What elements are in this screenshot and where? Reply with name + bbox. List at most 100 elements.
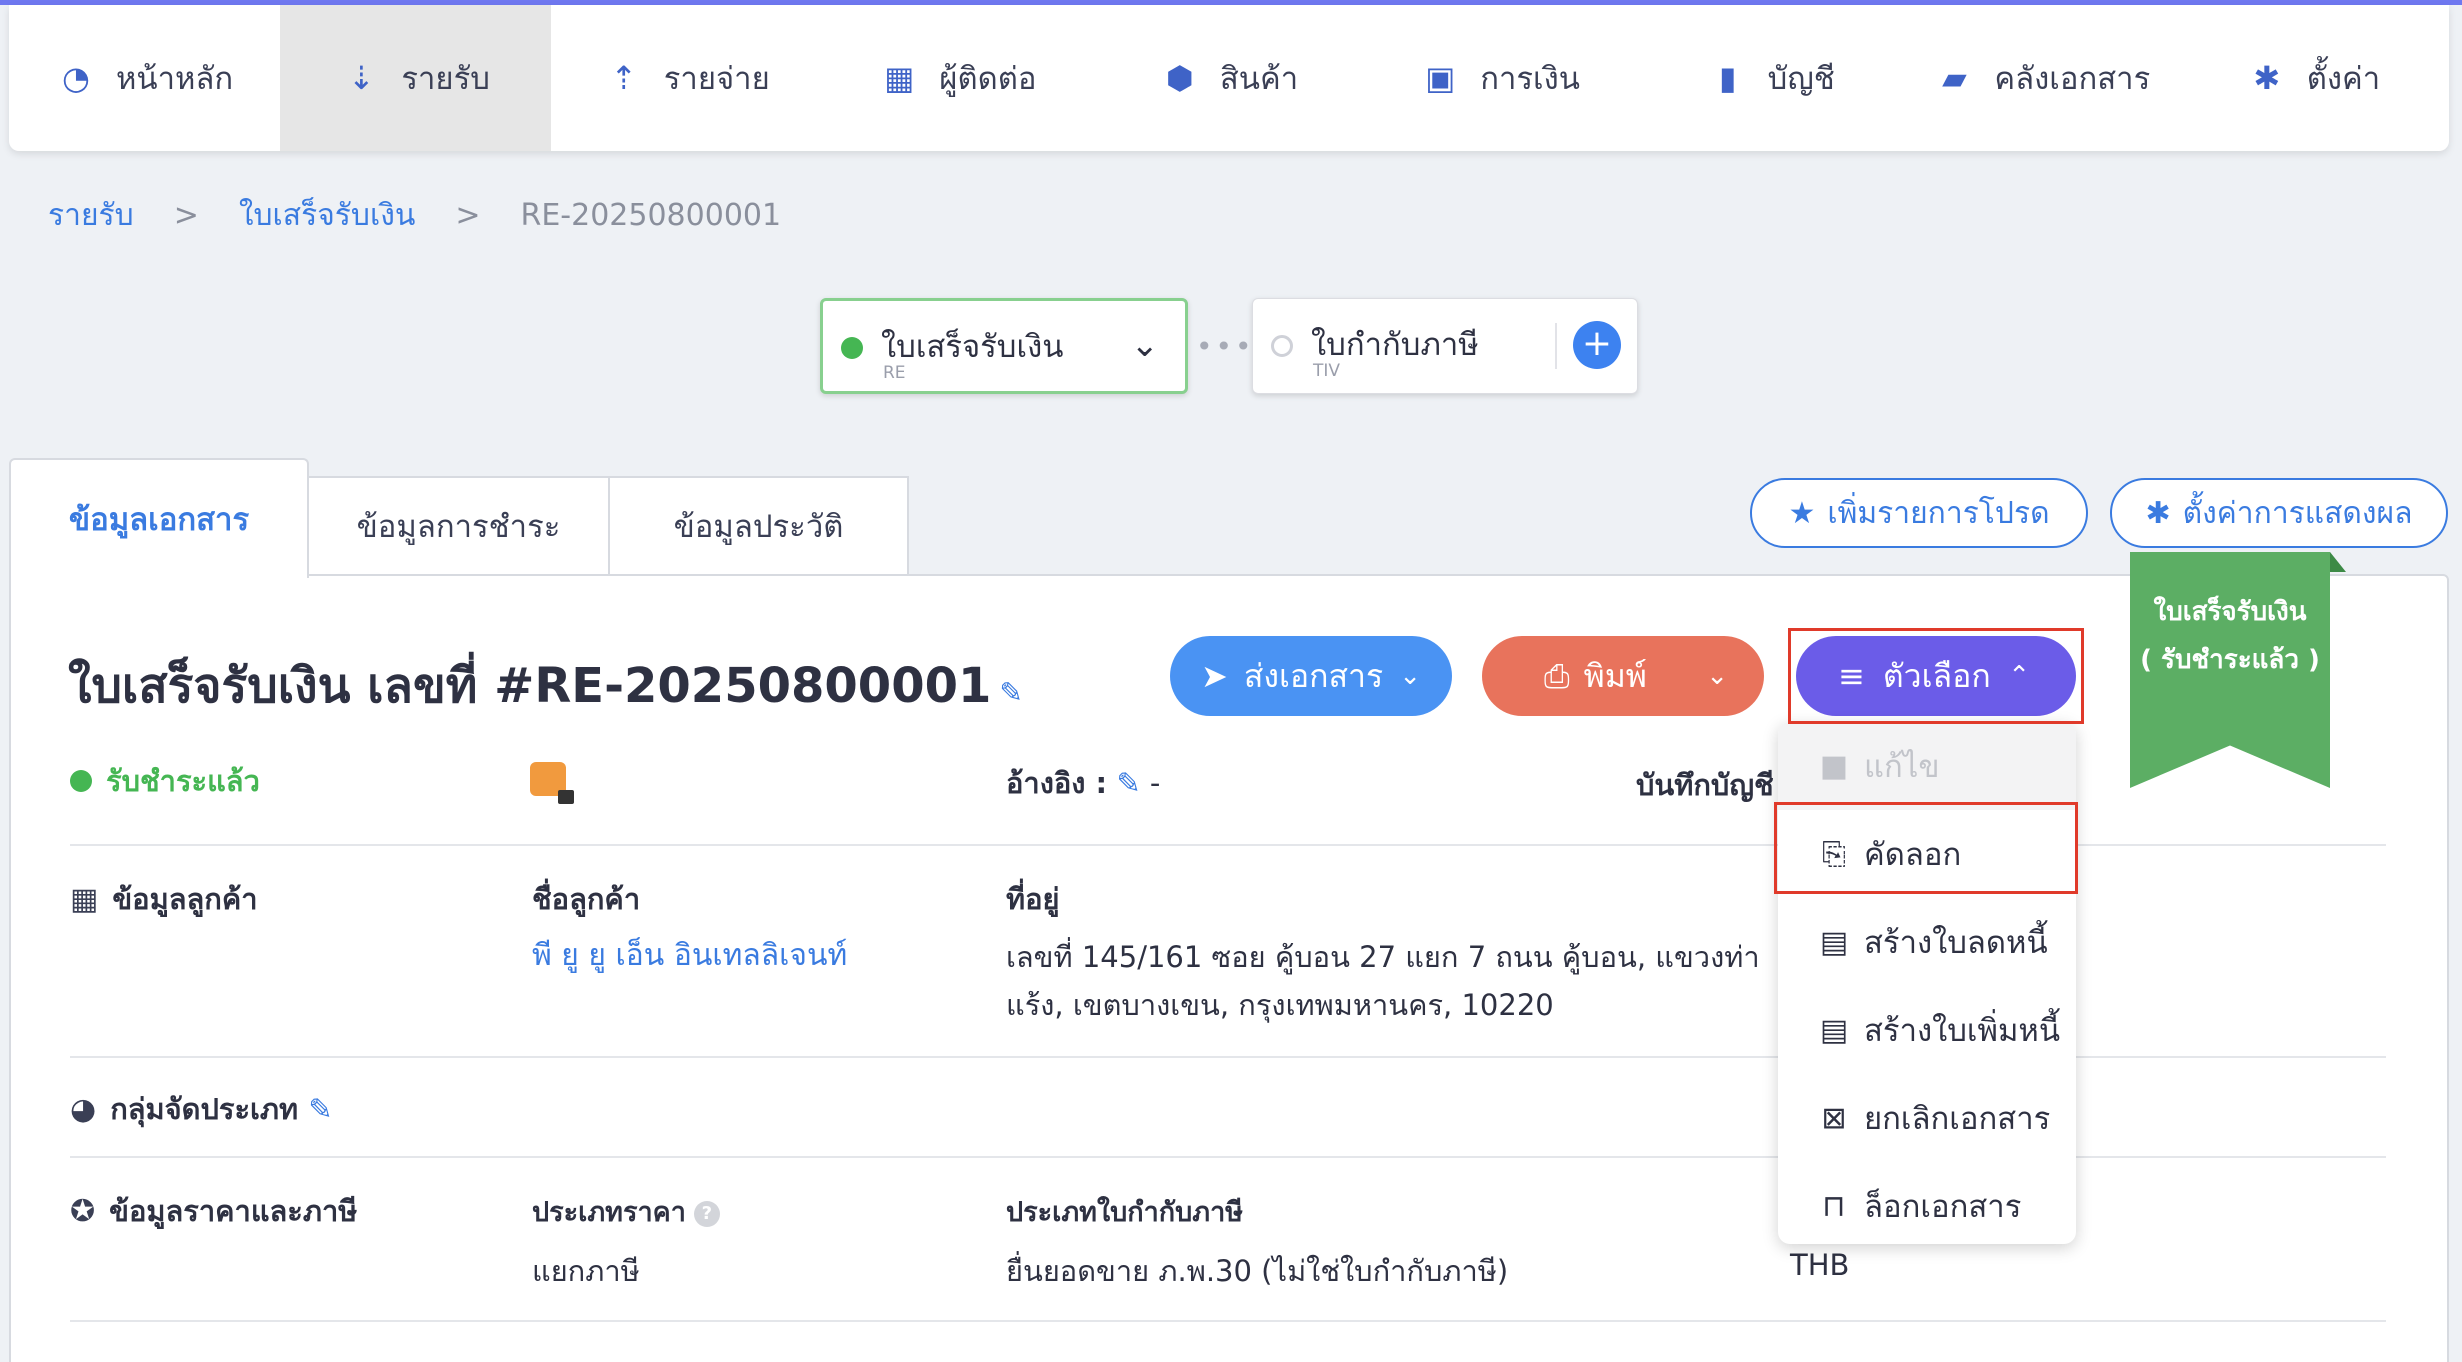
product-box-icon: ⬢: [1165, 59, 1194, 97]
chevron-down-icon: ⌄: [1399, 661, 1421, 691]
expense-icon: ⇡: [610, 59, 638, 97]
customer-name-link[interactable]: พี ยู ยู เอ็น อินเทลลิเจนท์: [532, 932, 847, 979]
edit-pencil-icon[interactable]: ✎: [999, 676, 1022, 709]
options-button[interactable]: ≡ ตัวเลือก ⌃: [1796, 636, 2076, 716]
pie-chart-icon: ◕: [70, 1092, 97, 1127]
lock-icon: ⊓: [1822, 1188, 1846, 1224]
ledger-icon: ▮: [1718, 59, 1737, 97]
price-type-value: แยกภาษี: [532, 1254, 640, 1288]
menu-item-edit: ■ แก้ไข: [1778, 722, 2076, 810]
menu-item-label: สร้างใบลดหนี้: [1864, 925, 2048, 961]
tax-invoice-type-label: ประเภทใบกำกับภาษี: [1006, 1197, 1244, 1228]
nav-item-expense[interactable]: ⇡ รายจ่าย: [551, 5, 822, 151]
pricing-section-title: ✪ ข้อมูลราคาและภาษี: [70, 1188, 357, 1234]
star-icon: ★: [1788, 495, 1816, 531]
flow-current-code: RE: [883, 363, 906, 383]
options-label: ตัวเลือก: [1882, 656, 1991, 695]
menu-item-create-debit-note[interactable]: ▤ สร้างใบเพิ่มหนี้: [1778, 986, 2076, 1074]
lock-icon: ■: [1819, 748, 1849, 784]
divider: [70, 1320, 2386, 1322]
options-label-group: ≡ ตัวเลือก: [1838, 651, 1991, 702]
price-type-label: ประเภทราคา: [532, 1197, 686, 1228]
accounting-label: บันทึกบัญชี :: [1636, 768, 1796, 802]
chevron-up-icon: ⌃: [2008, 661, 2030, 691]
nav-item-income[interactable]: ⇣ รายรับ: [280, 5, 552, 151]
nav-item-accounting[interactable]: ▮ บัญชี: [1636, 5, 1907, 151]
cancel-document-icon: ⊠: [1821, 1100, 1847, 1136]
price-type-label-wrap: ประเภทราคา?: [532, 1190, 720, 1233]
add-favorite-button[interactable]: ★ เพิ่มรายการโปรด: [1750, 478, 2088, 548]
menu-item-label: แก้ไข: [1864, 749, 1940, 785]
chevron-down-icon[interactable]: ⌄: [1706, 661, 1728, 691]
nav-item-home[interactable]: ◔ หน้าหลัก: [9, 5, 280, 151]
folder-icon: ▰: [1942, 59, 1967, 97]
menu-item-create-credit-note[interactable]: ▤ สร้างใบลดหนี้: [1778, 898, 2076, 986]
reference-field: อ้างอิง : ✎ -: [1006, 760, 1160, 806]
nav-item-contacts[interactable]: ▦ ผู้ติดต่อ: [822, 5, 1093, 151]
nav-item-products[interactable]: ⬢ สินค้า: [1093, 5, 1364, 151]
hamburger-icon: ≡: [1838, 657, 1865, 695]
breadcrumb-income-link[interactable]: รายรับ: [48, 192, 134, 239]
nav-item-label: รายรับ: [401, 61, 490, 97]
nav-item-settings[interactable]: ✱ ตั้งค่า: [2178, 5, 2449, 151]
nav-item-finance[interactable]: ▣ การเงิน: [1365, 5, 1636, 151]
status-badge: รับชำระแล้ว: [70, 758, 260, 804]
display-settings-label: ตั้งค่าการแสดงผล: [2182, 495, 2413, 531]
help-icon[interactable]: ?: [693, 1200, 720, 1227]
nav-item-label: หน้าหลัก: [115, 61, 234, 97]
reference-value: -: [1149, 766, 1161, 800]
settings-gear-icon: ✱: [2253, 59, 2281, 97]
menu-item-copy[interactable]: ⎘ คัดลอก: [1778, 810, 2076, 898]
edit-pencil-icon[interactable]: ✎: [1116, 766, 1140, 800]
check-badge-icon: ✪: [70, 1194, 96, 1229]
category-section-label: กลุ่มจัดประเภท: [110, 1092, 299, 1126]
main-navigation: ◔ หน้าหลัก ⇣ รายรับ ⇡ รายจ่าย ▦ ผู้ติดต่…: [9, 5, 2449, 151]
dashboard-icon: ◔: [61, 59, 90, 97]
customer-section-title: ▦ ข้อมูลลูกค้า: [70, 876, 258, 922]
printer-icon: ⎙: [1544, 656, 1570, 695]
tab-payment-info[interactable]: ข้อมูลการชำระ: [307, 476, 610, 576]
tax-invoice-type-value: ยื่นยอดขาย ภ.พ.30 (ไม่ใช่ใบกำกับภาษี): [1006, 1254, 1509, 1288]
ribbon-title: ใบเสร็จรับเงิน: [2153, 597, 2307, 627]
nav-item-label: บัญชี: [1767, 61, 1835, 97]
flow-current-title: ใบเสร็จรับเงิน: [881, 329, 1064, 365]
send-document-button[interactable]: ➤ ส่งเอกสาร ⌄: [1170, 636, 1452, 716]
pricing-section-label: ข้อมูลราคาและภาษี: [109, 1194, 358, 1228]
display-settings-button[interactable]: ✱ ตั้งค่าการแสดงผล: [2110, 478, 2448, 548]
edit-pencil-icon[interactable]: ✎: [308, 1092, 332, 1126]
address-line-2: แร้ง, เขตบางเขน, กรุงเทพมหานคร, 10220: [1006, 988, 1554, 1022]
menu-item-label: คัดลอก: [1864, 837, 1962, 873]
locked-document-icon: [530, 762, 574, 804]
menu-item-label: ยกเลิกเอกสาร: [1864, 1101, 2051, 1137]
ribbon-fold: [2330, 552, 2346, 572]
money-icon: ▣: [1425, 59, 1456, 97]
menu-item-lock-document[interactable]: ⊓ ล็อกเอกสาร: [1778, 1162, 2076, 1244]
customer-name-label: ชื่อลูกค้า: [532, 882, 641, 916]
nav-item-label: รายจ่าย: [663, 61, 770, 97]
document-title-text: ใบเสร็จรับเงิน เลขที่ #RE-20250800001: [68, 658, 992, 714]
breadcrumb-receipt-link[interactable]: ใบเสร็จรับเงิน: [239, 192, 416, 239]
nav-item-label: คลังเอกสาร: [1994, 61, 2151, 97]
print-button[interactable]: ⎙ พิมพ์ ⌄: [1482, 636, 1764, 716]
breadcrumb-current: RE-20250800001: [520, 198, 782, 233]
nav-item-label: ตั้งค่า: [2306, 61, 2381, 97]
menu-item-label: สร้างใบเพิ่มหนี้: [1864, 1013, 2061, 1049]
building-icon: ▦: [70, 882, 99, 917]
flow-next-code: TIV: [1313, 361, 1341, 381]
menu-item-cancel-document[interactable]: ⊠ ยกเลิกเอกสาร: [1778, 1074, 2076, 1162]
breadcrumb: รายรับ > ใบเสร็จรับเงิน > RE-20250800001: [48, 192, 781, 239]
copy-icon: ⎘: [1822, 836, 1846, 872]
nav-item-label: การเงิน: [1480, 61, 1580, 97]
tab-history-info[interactable]: ข้อมูลประวัติ: [608, 476, 909, 576]
document-icon: ▤: [1819, 924, 1849, 960]
tab-document-info[interactable]: ข้อมูลเอกสาร: [9, 458, 309, 578]
flow-connector: •••: [1196, 330, 1255, 363]
chevron-down-icon[interactable]: ⌄: [1131, 325, 1160, 365]
nav-item-label: สินค้า: [1219, 61, 1299, 97]
customer-section-label: ข้อมูลลูกค้า: [112, 882, 258, 916]
nav-item-documents[interactable]: ▰ คลังเอกสาร: [1907, 5, 2178, 151]
send-icon: ➤: [1201, 657, 1228, 695]
flow-next-document[interactable]: ใบกำกับภาษี TIV +: [1252, 298, 1638, 394]
flow-current-document[interactable]: ใบเสร็จรับเงิน RE ⌄: [820, 298, 1188, 394]
add-document-button[interactable]: +: [1573, 321, 1621, 369]
